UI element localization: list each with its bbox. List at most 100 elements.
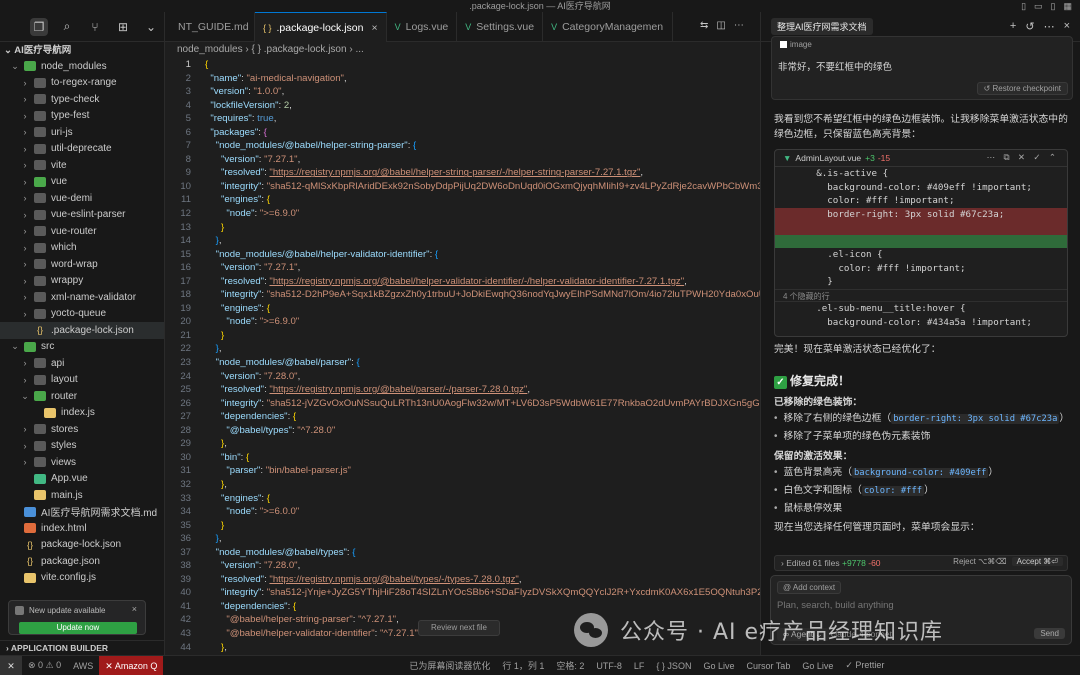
user-message[interactable]: image 非常好，不要红框中的绿色 ↺ Restore checkpoint bbox=[771, 36, 1073, 100]
go-live-button-2[interactable]: Go Live bbox=[796, 661, 839, 671]
editor-tab[interactable]: NT_GUIDE.md bbox=[165, 12, 255, 42]
tree-item[interactable]: › stores bbox=[0, 421, 164, 438]
extensions-icon[interactable]: ⊞ bbox=[114, 18, 132, 36]
tree-item[interactable]: main.js bbox=[0, 487, 164, 504]
tree-item[interactable]: › uri-js bbox=[0, 124, 164, 141]
chat-title[interactable]: 整理AI医疗网需求文档 bbox=[771, 18, 873, 35]
tree-item[interactable]: › type-fest bbox=[0, 108, 164, 125]
send-button[interactable]: Send bbox=[1034, 628, 1065, 639]
split-editor-icon[interactable]: ◫ bbox=[716, 20, 725, 31]
tree-item[interactable]: AI医疗导航网需求文档.md bbox=[0, 504, 164, 521]
diff-actions[interactable]: ⋯ ⧉ ✕ ✓ ⌃ bbox=[987, 152, 1059, 163]
encoding[interactable]: UTF-8 bbox=[590, 661, 628, 671]
tree-item[interactable]: index.js bbox=[0, 405, 164, 422]
search-icon[interactable]: ⌕ bbox=[58, 18, 76, 36]
tree-item[interactable]: › vue-demi bbox=[0, 190, 164, 207]
amazon-q-indicator[interactable]: ✕ Amazon Q bbox=[99, 655, 164, 675]
hidden-lines-toggle[interactable]: 4 个隐藏的行 bbox=[775, 288, 1067, 302]
tree-item[interactable]: › vite bbox=[0, 157, 164, 174]
chat-input[interactable] bbox=[777, 600, 1057, 611]
add-context-button[interactable]: @ Add context bbox=[777, 581, 842, 594]
tree-item[interactable]: ⌄ router bbox=[0, 388, 164, 405]
remote-icon[interactable]: ✕ bbox=[0, 655, 22, 675]
tree-item[interactable]: › vue bbox=[0, 174, 164, 191]
more-icon[interactable]: ⋯ bbox=[1044, 20, 1055, 33]
aws-indicator[interactable]: AWS bbox=[67, 661, 99, 671]
line-number: 36 bbox=[180, 533, 191, 545]
line-number: 40 bbox=[180, 587, 191, 599]
end-of-line[interactable]: LF bbox=[628, 661, 651, 671]
editor-tab[interactable]: V CategoryManagemen bbox=[543, 12, 674, 42]
tree-item[interactable]: {} package-lock.json bbox=[0, 537, 164, 554]
accept-all-button[interactable]: Accept ⌘⏎ bbox=[1011, 557, 1063, 566]
prettier-indicator[interactable]: ✓ Prettier bbox=[839, 660, 890, 671]
tree-item[interactable]: ⌄ src bbox=[0, 339, 164, 356]
customize-layout-icon[interactable]: ▦ bbox=[1063, 0, 1072, 12]
breadcrumb[interactable]: node_modules › { } .package-lock.json › … bbox=[165, 42, 760, 58]
diff-file-name[interactable]: AdminLayout.vue bbox=[795, 153, 861, 163]
toggle-sidebar-icon[interactable]: ▯ bbox=[1021, 0, 1026, 12]
tree-item[interactable]: › layout bbox=[0, 372, 164, 389]
chevron-icon: › bbox=[23, 374, 27, 385]
source-control-icon[interactable]: ⑂ bbox=[86, 18, 104, 36]
more-actions-icon[interactable]: ⋯ bbox=[734, 20, 744, 31]
html-file-icon bbox=[24, 523, 36, 534]
model-selector[interactable]: claude-4-sonnet bbox=[831, 629, 892, 639]
image-attachment[interactable]: image bbox=[780, 40, 812, 49]
tree-item[interactable]: vite.config.js bbox=[0, 570, 164, 587]
tree-item[interactable]: › word-wrap bbox=[0, 256, 164, 273]
editor-tab[interactable]: { } .package-lock.json × bbox=[255, 12, 387, 42]
window-title: .package-lock.json — AI医疗导航网 bbox=[469, 1, 611, 11]
close-icon[interactable]: × bbox=[1064, 20, 1070, 33]
toggle-secondary-sidebar-icon[interactable]: ▯ bbox=[1051, 0, 1056, 12]
tree-item[interactable]: › to-regex-range bbox=[0, 75, 164, 92]
tree-item[interactable]: {} package.json bbox=[0, 553, 164, 570]
compare-icon[interactable]: ⇆ bbox=[700, 20, 708, 31]
edited-files-bar[interactable]: › Edited 61 files +9778 -60 Reject ⌥⌘⌫ A… bbox=[774, 555, 1068, 571]
tree-item[interactable]: › type-check bbox=[0, 91, 164, 108]
tree-item[interactable]: App.vue bbox=[0, 471, 164, 488]
tree-item[interactable]: › styles bbox=[0, 438, 164, 455]
chevron-down-icon[interactable]: ⌄ bbox=[142, 18, 160, 36]
close-icon[interactable]: × bbox=[132, 604, 137, 614]
language-mode[interactable]: { } JSON bbox=[650, 661, 697, 671]
tree-item[interactable]: › vue-router bbox=[0, 223, 164, 240]
tree-item[interactable]: › views bbox=[0, 454, 164, 471]
plus-icon[interactable]: + bbox=[1010, 20, 1016, 33]
application-builder-section[interactable]: › APPLICATION BUILDER bbox=[0, 640, 165, 654]
indentation[interactable]: 空格: 2 bbox=[550, 659, 590, 672]
tree-item[interactable]: › util-deprecate bbox=[0, 141, 164, 158]
editor-tab[interactable]: V Logs.vue bbox=[387, 12, 458, 42]
history-icon[interactable]: ↺ bbox=[1025, 20, 1034, 33]
tree-item[interactable]: › wrappy bbox=[0, 273, 164, 290]
go-live-button[interactable]: Go Live bbox=[697, 661, 740, 671]
explorer-icon[interactable]: ❐ bbox=[30, 17, 48, 36]
problems-indicator[interactable]: ⊗ 0 ⚠ 0 bbox=[22, 660, 67, 671]
folder-icon bbox=[34, 308, 46, 319]
editor-tab[interactable]: V Settings.vue bbox=[457, 12, 544, 42]
tree-item[interactable]: › vue-eslint-parser bbox=[0, 207, 164, 224]
tree-item[interactable]: › yocto-queue bbox=[0, 306, 164, 323]
toggle-panel-icon[interactable]: ▭ bbox=[1034, 0, 1043, 12]
tree-item[interactable]: › which bbox=[0, 240, 164, 257]
cursor-tab-indicator[interactable]: Cursor Tab bbox=[740, 661, 796, 671]
cursor-position[interactable]: 行 1，列 1 bbox=[496, 659, 550, 672]
tree-item[interactable]: index.html bbox=[0, 520, 164, 537]
tree-item[interactable]: › xml-name-validator bbox=[0, 289, 164, 306]
code-diff-card[interactable]: ▼ AdminLayout.vue +3 -15 ⋯ ⧉ ✕ ✓ ⌃ &.is-act… bbox=[774, 149, 1068, 337]
restore-checkpoint-button[interactable]: ↺ Restore checkpoint bbox=[976, 82, 1068, 95]
tree-item[interactable]: ⌄ node_modules bbox=[0, 58, 164, 75]
update-now-button[interactable]: Update now bbox=[19, 622, 137, 634]
tab-label: Settings.vue bbox=[476, 21, 535, 33]
line-number: 22 bbox=[180, 343, 191, 355]
explorer-root-folder[interactable]: ⌄ AI医疗导航网 bbox=[0, 44, 164, 58]
close-tab-icon[interactable]: × bbox=[371, 22, 377, 34]
tree-item[interactable]: › api bbox=[0, 355, 164, 372]
reject-all-button[interactable]: Reject ⌥⌘⌫ bbox=[953, 557, 1006, 566]
review-next-file-button[interactable]: Review next file bbox=[418, 620, 500, 636]
agent-mode-selector[interactable]: ∞ Agent ⌄ bbox=[777, 628, 829, 641]
line-number: 41 bbox=[180, 600, 191, 612]
screen-reader-indicator[interactable]: 已为屏幕阅读器优化 bbox=[403, 659, 496, 672]
tree-item[interactable]: {} .package-lock.json bbox=[0, 322, 164, 339]
code-editor[interactable]: 1{ 2 "name": "ai-medical-navigation", 3 … bbox=[165, 58, 760, 655]
